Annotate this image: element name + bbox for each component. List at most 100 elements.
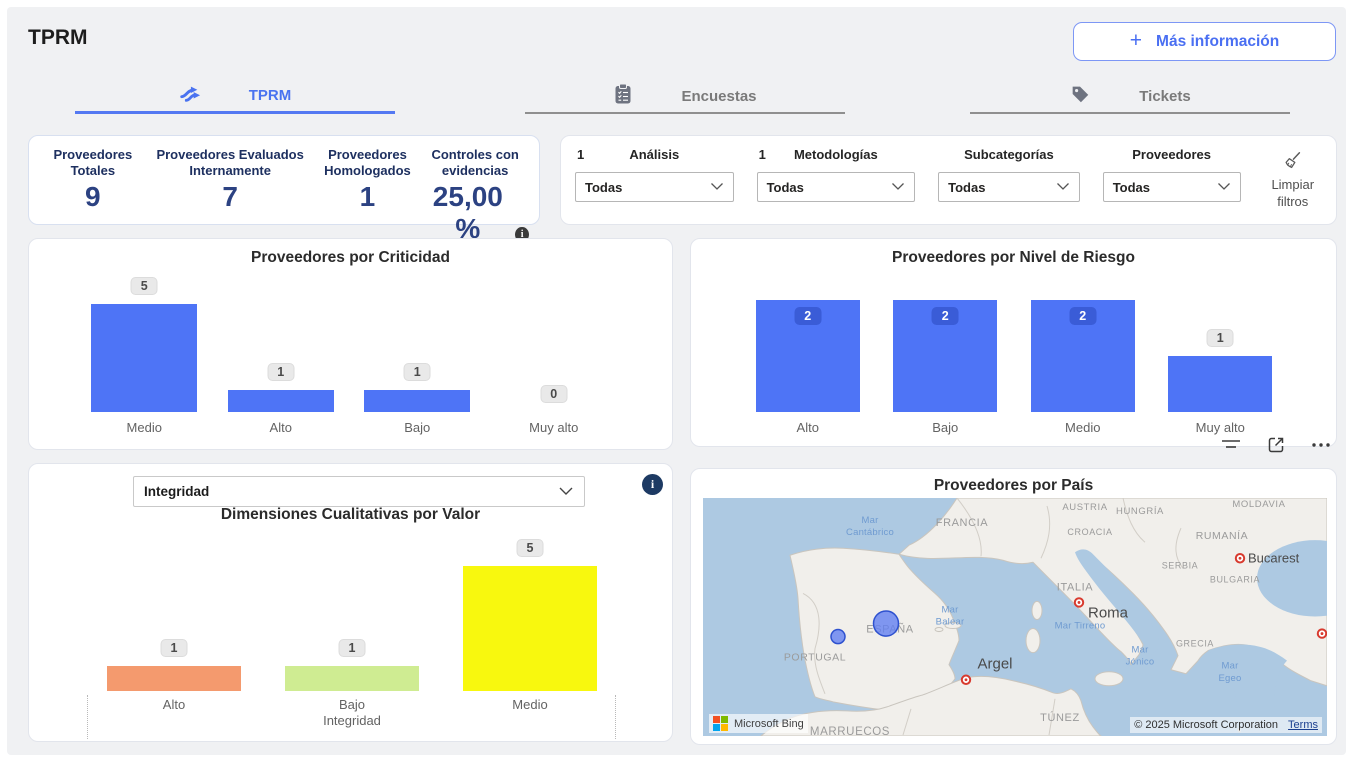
chart-dimensiones-cualitativas: Integridad i Dimensiones Cualitativas po… <box>28 463 673 742</box>
analisis-dropdown[interactable]: Todas <box>575 172 734 202</box>
filter-subcategorias: Subcategorías Todas <box>938 147 1080 214</box>
data-label: 1 <box>267 363 294 381</box>
plot-edge-marker <box>615 695 616 739</box>
dimension-dropdown[interactable]: Integridad <box>133 476 585 507</box>
category-label: Bajo <box>339 697 365 712</box>
map-label: MOLDAVIA <box>1232 499 1285 510</box>
chevron-down-icon <box>1056 178 1070 196</box>
map-label: SERBIA <box>1162 560 1199 570</box>
data-label: 1 <box>339 639 366 657</box>
bar-muy-alto[interactable] <box>1168 356 1272 412</box>
visual-header-toolbar <box>1219 433 1333 457</box>
chart-title: Dimensiones Cualitativas por Valor <box>29 506 672 524</box>
map-label: FRANCIA <box>936 517 988 529</box>
kpi-controles-evidencias: Controles con evidencias 25,00 % i <box>421 147 529 216</box>
map-label: Mar <box>1132 645 1150 656</box>
data-label: 1 <box>1207 329 1234 347</box>
kpi-value: 25,00 % i <box>421 181 529 245</box>
filter-label: Análisis <box>575 147 734 162</box>
kpi-value: 1 <box>360 181 376 213</box>
category-label: Medio <box>1065 420 1100 435</box>
terms-link[interactable]: Terms <box>1288 719 1318 731</box>
filter-icon[interactable] <box>1219 433 1243 457</box>
bing-logo-chip: Microsoft Bing <box>709 714 808 733</box>
x-axis-title: Integridad <box>323 713 381 728</box>
tprm-dashboard: TPRM + Más información TPRM <box>0 0 1353 762</box>
map-label: ITALIA <box>1057 581 1093 593</box>
page-title: TPRM <box>28 26 88 50</box>
info-icon[interactable]: i <box>642 474 663 495</box>
plus-icon: + <box>1130 30 1142 51</box>
bing-map[interactable]: FRANCIAAUSTRIAHUNGRÍAMOLDAVIARUMANÍACROA… <box>703 498 1327 736</box>
data-label: 2 <box>932 307 959 325</box>
category-label: Bajo <box>404 420 430 435</box>
tab-tickets[interactable]: Tickets <box>970 80 1290 114</box>
data-label: 0 <box>540 385 567 403</box>
chart-title: Proveedores por Criticidad <box>29 249 672 267</box>
kpi-proveedores-totales: Proveedores Totales 9 <box>39 147 147 216</box>
data-label: 5 <box>517 539 544 557</box>
microsoft-logo-icon <box>713 716 728 731</box>
category-label: Muy alto <box>529 420 578 435</box>
filter-label: Metodologías <box>757 147 916 162</box>
city-marker-core <box>965 678 968 681</box>
map-label: Balear <box>936 617 965 628</box>
map-attribution: © 2025 Microsoft Corporation Terms <box>1130 717 1322 733</box>
kpi-homologados: Proveedores Homologados 1 <box>314 147 422 216</box>
more-info-button[interactable]: + Más información <box>1073 22 1336 61</box>
kpi-value: 7 <box>222 181 238 213</box>
more-options-icon[interactable] <box>1309 433 1333 457</box>
kpi-value-text: 25,00 % <box>421 181 514 245</box>
filter-count: 1 <box>577 147 584 162</box>
provider-bubble[interactable] <box>831 630 845 644</box>
map-label: CROACIA <box>1067 527 1112 537</box>
tab-tickets-label: Tickets <box>1139 88 1190 105</box>
map-label: Argel <box>978 656 1013 673</box>
map-label: Mar <box>942 604 960 615</box>
data-label: 1 <box>161 639 188 657</box>
map-label: Egeo <box>1219 673 1242 684</box>
tab-encuestas[interactable]: Encuestas <box>525 80 845 114</box>
map-label: MARRUECOS <box>810 726 890 736</box>
chart-proveedores-por-criticidad: Proveedores por Criticidad 5Medio1Alto1B… <box>28 238 673 450</box>
dropdown-value: Todas <box>1113 180 1150 195</box>
subcategorias-dropdown[interactable]: Todas <box>938 172 1080 202</box>
dimension-dropdown-value: Integridad <box>144 484 209 499</box>
chart-title: Proveedores por Nivel de Riesgo <box>691 249 1336 267</box>
provider-bubble[interactable] <box>874 611 899 636</box>
focus-mode-icon[interactable] <box>1264 433 1288 457</box>
category-label: Alto <box>163 697 185 712</box>
kpi-evaluados-internamente: Proveedores Evaluados Internamente 7 <box>147 147 314 216</box>
map-label: Mar Tirreno <box>1055 621 1106 632</box>
bing-provider-label: Microsoft Bing <box>734 718 804 730</box>
data-label: 2 <box>794 307 821 325</box>
kpi-label: Proveedores Totales <box>39 147 147 180</box>
bar-bajo[interactable] <box>285 666 419 691</box>
filter-proveedores: Proveedores Todas <box>1103 147 1241 214</box>
dropdown-value: Todas <box>585 180 622 195</box>
map-label: RUMANÍA <box>1196 529 1249 542</box>
proveedores-dropdown[interactable]: Todas <box>1103 172 1241 202</box>
bar-alto[interactable] <box>107 666 241 691</box>
bar-medio[interactable] <box>91 304 197 412</box>
bar-medio[interactable] <box>463 566 597 691</box>
plot-edge-marker <box>87 695 88 739</box>
chart-proveedores-por-nivel-de-riesgo: Proveedores por Nivel de Riesgo 2Alto2Ba… <box>690 238 1337 447</box>
clear-filters-button[interactable]: Limpiarfiltros <box>1264 147 1323 214</box>
chart-proveedores-por-pais: Proveedores por País <box>690 468 1337 745</box>
kpi-label: Controles con evidencias <box>421 147 529 180</box>
copyright-text: © 2025 Microsoft Corporation <box>1134 719 1278 731</box>
tab-tprm[interactable]: TPRM <box>75 80 395 114</box>
map-label: Roma <box>1088 604 1129 621</box>
kpi-value: 9 <box>85 181 101 213</box>
filter-count: 1 <box>759 147 766 162</box>
metodologias-dropdown[interactable]: Todas <box>757 172 916 202</box>
tab-tprm-label: TPRM <box>249 87 292 104</box>
bar-alto[interactable] <box>228 390 334 412</box>
map-label: Cantábrico <box>846 527 894 538</box>
dropdown-value: Todas <box>948 180 985 195</box>
bar-bajo[interactable] <box>364 390 470 412</box>
map-label: AUSTRIA <box>1062 502 1107 513</box>
category-label: Alto <box>270 420 292 435</box>
category-label: Medio <box>512 697 547 712</box>
